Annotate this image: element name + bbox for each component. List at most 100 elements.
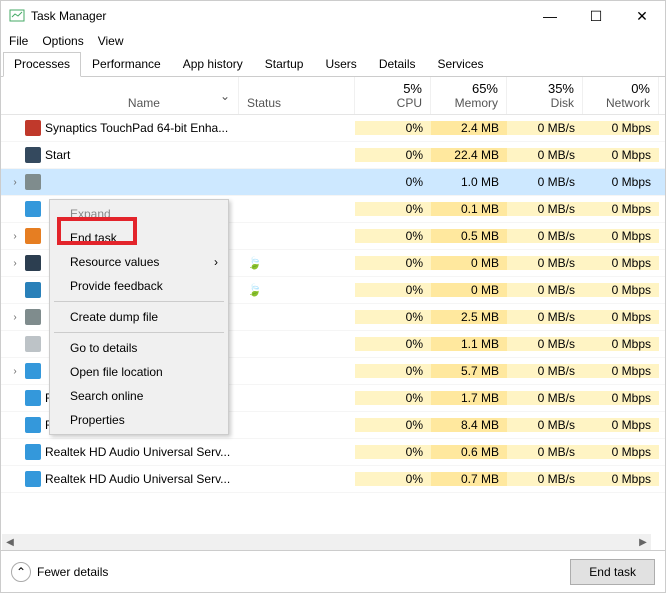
- cpu-cell: 0%: [355, 202, 431, 216]
- expand-icon[interactable]: ›: [9, 366, 21, 377]
- memory-cell: 1.7 MB: [431, 391, 507, 405]
- table-row[interactable]: ›0%1.0 MB0 MB/s0 Mbps: [1, 169, 665, 196]
- network-cell: 0 Mbps: [583, 256, 659, 270]
- col-status[interactable]: Status: [239, 77, 355, 114]
- process-icon: [25, 390, 41, 406]
- close-button[interactable]: ✕: [619, 1, 665, 31]
- disk-cell: 0 MB/s: [507, 121, 583, 135]
- memory-cell: 2.5 MB: [431, 310, 507, 324]
- expand-icon[interactable]: ›: [9, 177, 21, 188]
- memory-cell: 0.7 MB: [431, 472, 507, 486]
- process-name: Realtek HD Audio Universal Serv...: [45, 472, 230, 486]
- tab-users[interactable]: Users: [314, 52, 367, 77]
- disk-cell: 0 MB/s: [507, 418, 583, 432]
- h-scrollbar[interactable]: ◀ ▶: [2, 534, 651, 550]
- network-cell: 0 Mbps: [583, 229, 659, 243]
- process-icon: [25, 255, 41, 271]
- context-menu: Expand End task Resource values› Provide…: [49, 199, 229, 435]
- menu-file[interactable]: File: [9, 34, 28, 48]
- tab-bar: Processes Performance App history Startu…: [1, 51, 665, 77]
- memory-cell: 0.1 MB: [431, 202, 507, 216]
- leaf-icon: 🍃: [247, 283, 262, 297]
- app-icon: [9, 8, 25, 24]
- process-icon: [25, 228, 41, 244]
- menu-bar: File Options View: [1, 31, 665, 51]
- ctx-open-location[interactable]: Open file location: [52, 360, 226, 384]
- table-row[interactable]: Synaptics TouchPad 64-bit Enha...0%2.4 M…: [1, 115, 665, 142]
- ctx-separator: [54, 332, 224, 333]
- ctx-feedback[interactable]: Provide feedback: [52, 274, 226, 298]
- ctx-dump-file[interactable]: Create dump file: [52, 305, 226, 329]
- ctx-properties[interactable]: Properties: [52, 408, 226, 432]
- cpu-cell: 0%: [355, 256, 431, 270]
- network-cell: 0 Mbps: [583, 310, 659, 324]
- memory-cell: 1.1 MB: [431, 337, 507, 351]
- process-icon: [25, 444, 41, 460]
- disk-cell: 0 MB/s: [507, 283, 583, 297]
- network-cell: 0 Mbps: [583, 283, 659, 297]
- col-network[interactable]: 0%Network: [583, 77, 659, 114]
- menu-options[interactable]: Options: [42, 34, 83, 48]
- tab-details[interactable]: Details: [368, 52, 427, 77]
- memory-cell: 5.7 MB: [431, 364, 507, 378]
- cpu-cell: 0%: [355, 283, 431, 297]
- memory-cell: 0 MB: [431, 283, 507, 297]
- minimize-button[interactable]: —: [527, 1, 573, 31]
- tab-services[interactable]: Services: [427, 52, 495, 77]
- process-name: Realtek HD Audio Universal Serv...: [45, 445, 230, 459]
- process-icon: [25, 417, 41, 433]
- disk-cell: 0 MB/s: [507, 256, 583, 270]
- col-disk[interactable]: 35%Disk: [507, 77, 583, 114]
- tab-apphistory[interactable]: App history: [172, 52, 254, 77]
- col-cpu[interactable]: 5%CPU: [355, 77, 431, 114]
- network-cell: 0 Mbps: [583, 175, 659, 189]
- ctx-expand[interactable]: Expand: [52, 202, 226, 226]
- tab-startup[interactable]: Startup: [254, 52, 315, 77]
- memory-cell: 8.4 MB: [431, 418, 507, 432]
- expand-icon[interactable]: ›: [9, 312, 21, 323]
- ctx-go-details[interactable]: Go to details: [52, 336, 226, 360]
- process-icon: [25, 201, 41, 217]
- table-row[interactable]: Start0%22.4 MB0 MB/s0 Mbps: [1, 142, 665, 169]
- process-icon: [25, 282, 41, 298]
- maximize-button[interactable]: ☐: [573, 1, 619, 31]
- status-cell: 🍃: [239, 283, 355, 297]
- tab-performance[interactable]: Performance: [81, 52, 172, 77]
- process-icon: [25, 336, 41, 352]
- fewer-details-toggle[interactable]: ⌃ Fewer details: [11, 562, 570, 582]
- tab-processes[interactable]: Processes: [3, 52, 81, 77]
- disk-cell: 0 MB/s: [507, 472, 583, 486]
- memory-cell: 2.4 MB: [431, 121, 507, 135]
- col-name[interactable]: Name ⌄: [1, 77, 239, 114]
- footer: ⌃ Fewer details End task: [1, 550, 665, 592]
- disk-cell: 0 MB/s: [507, 391, 583, 405]
- scroll-right-icon[interactable]: ▶: [635, 537, 651, 548]
- sort-icon: ⌄: [220, 89, 230, 103]
- ctx-search-online[interactable]: Search online: [52, 384, 226, 408]
- network-cell: 0 Mbps: [583, 364, 659, 378]
- process-icon: [25, 309, 41, 325]
- process-icon: [25, 147, 41, 163]
- cpu-cell: 0%: [355, 445, 431, 459]
- disk-cell: 0 MB/s: [507, 310, 583, 324]
- network-cell: 0 Mbps: [583, 202, 659, 216]
- col-memory[interactable]: 65%Memory: [431, 77, 507, 114]
- cpu-cell: 0%: [355, 148, 431, 162]
- disk-cell: 0 MB/s: [507, 229, 583, 243]
- ctx-resource-values[interactable]: Resource values›: [52, 250, 226, 274]
- end-task-button[interactable]: End task: [570, 559, 655, 585]
- menu-view[interactable]: View: [98, 34, 124, 48]
- disk-cell: 0 MB/s: [507, 175, 583, 189]
- network-cell: 0 Mbps: [583, 418, 659, 432]
- table-row[interactable]: Realtek HD Audio Universal Serv...0%0.7 …: [1, 466, 665, 493]
- ctx-end-task[interactable]: End task: [52, 226, 226, 250]
- table-row[interactable]: Realtek HD Audio Universal Serv...0%0.6 …: [1, 439, 665, 466]
- expand-icon[interactable]: ›: [9, 231, 21, 242]
- window-title: Task Manager: [31, 9, 527, 23]
- disk-cell: 0 MB/s: [507, 364, 583, 378]
- scroll-left-icon[interactable]: ◀: [2, 537, 18, 548]
- process-icon: [25, 120, 41, 136]
- submenu-arrow-icon: ›: [214, 255, 218, 269]
- cpu-cell: 0%: [355, 229, 431, 243]
- expand-icon[interactable]: ›: [9, 258, 21, 269]
